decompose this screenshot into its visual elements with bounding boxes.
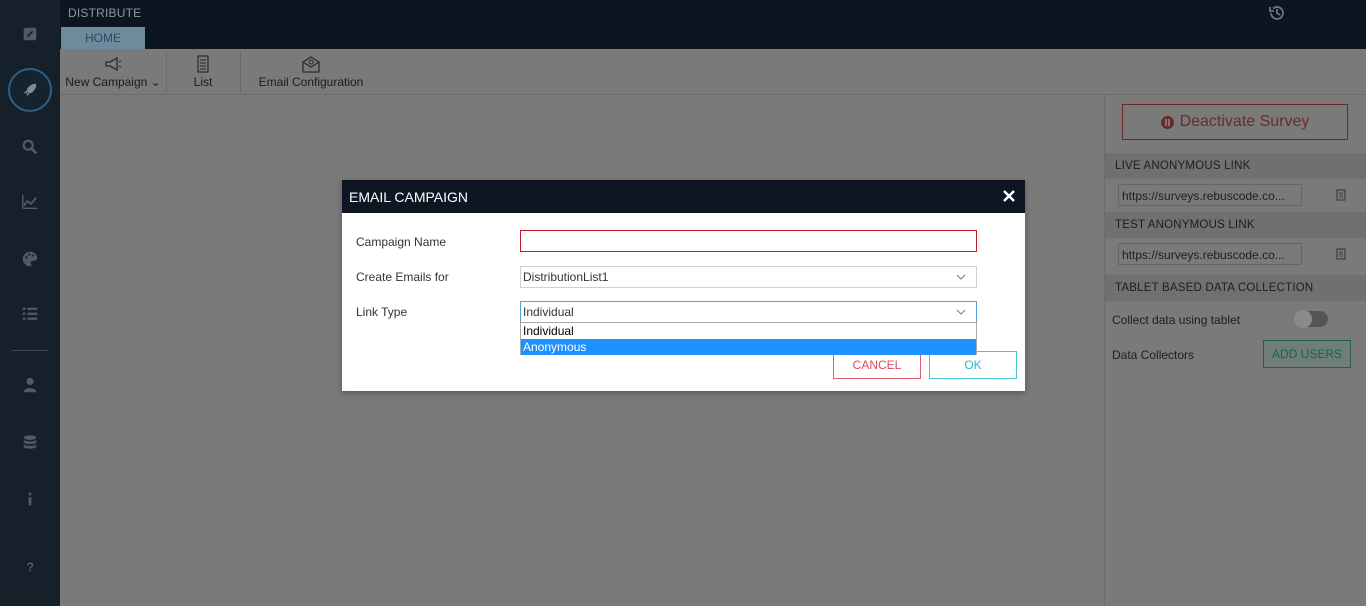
email-config-icon [302, 56, 320, 73]
new-campaign-label: New Campaign [65, 75, 148, 89]
chevron-down-icon [956, 274, 966, 280]
chevron-down-icon: ⌄ [150, 75, 161, 89]
close-icon[interactable] [1001, 188, 1017, 204]
chevron-down-icon [956, 309, 966, 315]
data-collectors-label: Data Collectors [1112, 348, 1195, 362]
app-title: DISTRIBUTE [68, 6, 142, 20]
new-campaign-button[interactable]: New Campaign ⌄ [60, 49, 166, 95]
ribbon-divider [166, 51, 167, 93]
dropdown-option[interactable]: Anonymous [521, 339, 976, 355]
copy-icon[interactable] [1335, 248, 1347, 260]
ribbon-toolbar: New Campaign ⌄ List Email Configuration [60, 49, 1366, 95]
live-link-header: LIVE ANONYMOUS LINK [1105, 153, 1366, 179]
create-emails-label: Create Emails for [356, 270, 449, 284]
dropdown-option[interactable]: Individual [521, 323, 976, 339]
ribbon-divider [240, 51, 241, 93]
list-label: List [193, 75, 213, 89]
live-link-field[interactable]: https://surveys.rebuscode.co... [1118, 184, 1302, 206]
search-icon[interactable] [0, 132, 60, 162]
top-bar: DISTRIBUTE HOME [60, 0, 1366, 49]
campaign-name-label: Campaign Name [356, 235, 447, 249]
link-type-label: Link Type [356, 305, 408, 319]
deactivate-survey-label: Deactivate Survey [1179, 113, 1310, 130]
palette-icon[interactable] [0, 244, 60, 274]
list-icon[interactable] [0, 299, 60, 329]
create-emails-select[interactable]: DistributionList1 [520, 266, 977, 288]
pencil-icon[interactable] [0, 19, 60, 49]
link-type-dropdown: Individual Anonymous [520, 322, 977, 355]
megaphone-icon [105, 56, 122, 72]
create-emails-value: DistributionList1 [523, 270, 609, 284]
tab-home[interactable]: HOME [61, 27, 145, 49]
test-link-header: TEST ANONYMOUS LINK [1105, 212, 1366, 238]
svg-text:?: ? [26, 560, 34, 574]
dialog-title: EMAIL CAMPAIGN [349, 188, 469, 205]
help-icon[interactable]: ? [0, 551, 60, 581]
document-list-icon [197, 55, 209, 73]
campaign-name-input[interactable] [520, 230, 977, 252]
link-type-value: Individual [523, 305, 574, 319]
right-panel: Deactivate Survey LIVE ANONYMOUS LINK ht… [1104, 95, 1366, 606]
database-icon[interactable] [0, 428, 60, 458]
copy-icon[interactable] [1335, 189, 1347, 201]
deactivate-survey-button[interactable]: Deactivate Survey [1122, 104, 1348, 140]
rocket-icon[interactable] [8, 68, 52, 112]
test-link-field[interactable]: https://surveys.rebuscode.co... [1118, 243, 1302, 265]
cancel-button[interactable]: CANCEL [833, 351, 921, 379]
link-type-select[interactable]: Individual [520, 301, 977, 323]
user-icon[interactable] [0, 370, 60, 400]
tablet-header: TABLET BASED DATA COLLECTION [1105, 275, 1366, 301]
email-campaign-dialog: EMAIL CAMPAIGN Campaign Name Create Emai… [342, 180, 1025, 391]
left-sidebar: ? [0, 0, 60, 606]
ok-button[interactable]: OK [929, 351, 1017, 379]
email-configuration-button[interactable]: Email Configuration [252, 49, 370, 95]
email-configuration-label: Email Configuration [258, 75, 364, 89]
sidebar-divider [12, 350, 48, 351]
chart-icon[interactable] [0, 187, 60, 217]
history-icon[interactable] [1267, 3, 1287, 23]
list-button[interactable]: List [180, 49, 226, 95]
pause-icon [1160, 115, 1174, 129]
info-icon[interactable] [0, 484, 60, 514]
toggle-knob [1294, 310, 1312, 328]
collect-data-label: Collect data using tablet [1112, 313, 1241, 327]
dialog-header: EMAIL CAMPAIGN [342, 180, 1025, 213]
tablet-toggle[interactable] [1294, 310, 1328, 328]
add-users-button[interactable]: ADD USERS [1263, 340, 1351, 368]
